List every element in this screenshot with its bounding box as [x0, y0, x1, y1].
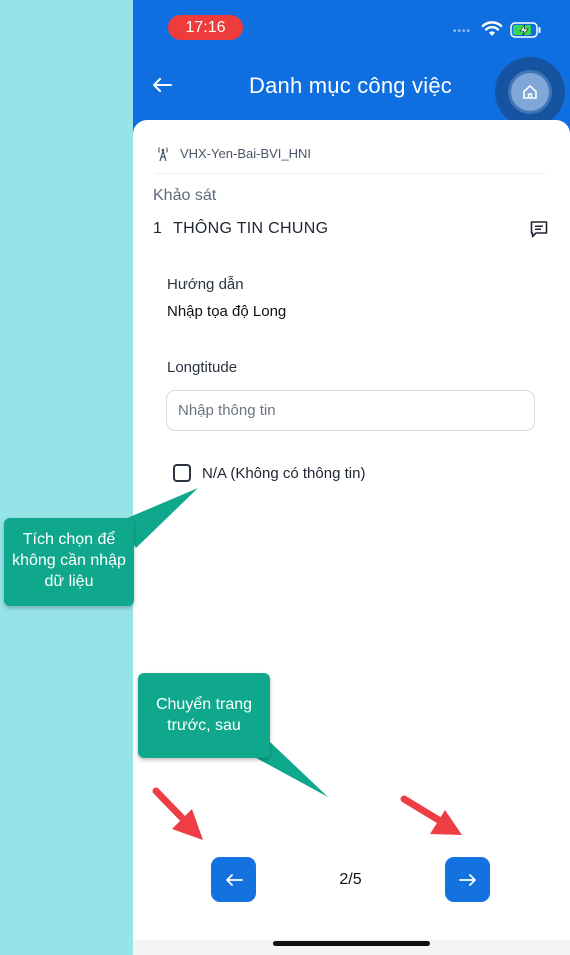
navigation-callout: Chuyển trang trước, sau — [138, 673, 270, 758]
na-checkbox[interactable] — [173, 464, 191, 482]
na-label: N/A (Không có thông tin) — [202, 464, 366, 482]
signal-dots: •••• — [453, 26, 472, 37]
next-page-button[interactable] — [445, 857, 490, 902]
longitude-input[interactable] — [166, 390, 535, 431]
checkbox-callout: Tích chọn để không cần nhập dữ liệu — [4, 518, 134, 606]
home-button-inner — [511, 73, 549, 111]
home-icon — [523, 85, 537, 99]
section-label: Khảo sát — [153, 187, 217, 204]
section-number: 1 — [153, 220, 162, 237]
page-indicator: 2/5 — [339, 871, 362, 888]
na-checkbox-row[interactable]: N/A (Không có thông tin) — [173, 464, 365, 482]
longitude-label: Longtitude — [167, 359, 238, 376]
home-button[interactable] — [495, 57, 565, 127]
arrow-right-icon — [458, 873, 476, 886]
tower-icon — [158, 147, 168, 162]
comment-icon[interactable] — [529, 219, 549, 239]
content-card: VHX-Yen-Bai-BVI_HNI Khảo sát 1 THÔNG TIN… — [133, 120, 570, 940]
phone-screen: 17:16 •••• Danh mục công việc VHX-Yen-Ba… — [133, 0, 570, 955]
site-row: VHX-Yen-Bai-BVI_HNI — [155, 146, 545, 174]
arrow-left-icon — [225, 873, 243, 886]
previous-page-button[interactable] — [211, 857, 256, 902]
side-background-panel — [0, 0, 133, 955]
battery-icon — [510, 22, 541, 38]
site-name: VHX-Yen-Bai-BVI_HNI — [180, 146, 312, 161]
guide-label: Hướng dẫn — [167, 276, 244, 293]
guide-text: Nhập tọa độ Long — [167, 303, 287, 320]
section-name: THÔNG TIN CHUNG — [173, 220, 329, 237]
home-indicator-bar — [273, 941, 430, 946]
status-time: 17:16 — [168, 15, 243, 40]
back-arrow-icon[interactable] — [149, 72, 175, 98]
section-row: 1 THÔNG TIN CHUNG — [153, 216, 549, 242]
page-title: Danh mục công việc — [249, 73, 452, 98]
wifi-icon — [481, 21, 503, 36]
